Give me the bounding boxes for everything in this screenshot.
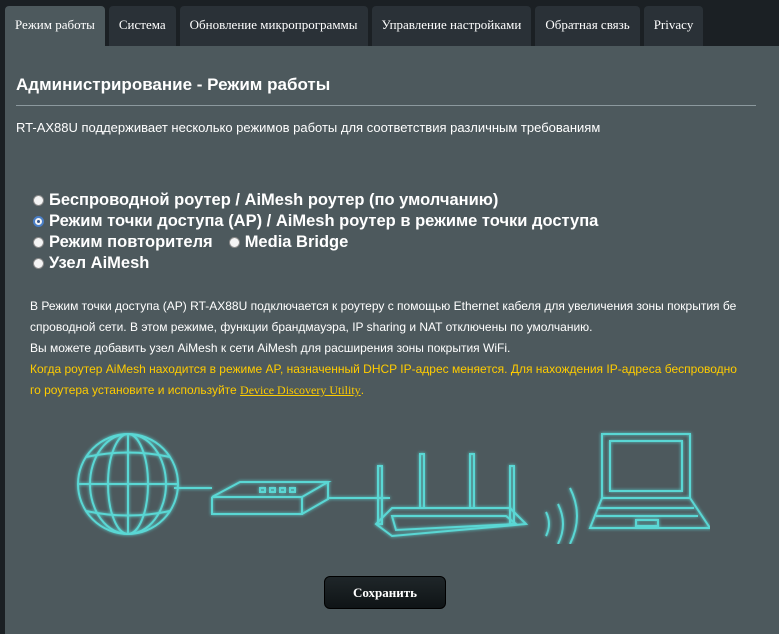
operation-mode-group: Беспроводной роутер / AiMesh роутер (по … [33, 190, 598, 274]
mode-option-aimesh-node[interactable]: Узел AiMesh [33, 254, 149, 273]
mode-info-text: В Режим точки доступа (AP) RT-AX88U подк… [30, 296, 750, 401]
ap-mode-diagram [77, 433, 710, 544]
title-divider [16, 105, 756, 106]
globe-icon [77, 433, 179, 535]
info-line: В Режим точки доступа (AP) RT-AX88U подк… [30, 299, 737, 313]
warning-line-with-link: го роутера установите и используйте Devi… [30, 380, 750, 401]
mode-label-media-bridge: Media Bridge [244, 233, 349, 251]
mode-option-repeater[interactable]: Режим повторителя [33, 233, 213, 252]
tab-firmware-upgrade[interactable]: Обновление микропрограммы [179, 6, 368, 46]
mode-option-wireless-router[interactable]: Беспроводной роутер / AiMesh роутер (по … [33, 191, 498, 210]
mode-label-aimesh-node: Узел AiMesh [49, 254, 150, 272]
mode-label-wireless-router: Беспроводной роутер / AiMesh роутер (по … [49, 191, 499, 209]
tab-operation-mode[interactable]: Режим работы [5, 6, 105, 46]
router-icon [374, 453, 529, 538]
radio-repeater[interactable] [33, 237, 44, 248]
tab-system[interactable]: Система [108, 6, 176, 46]
device-discovery-link[interactable]: Device Discovery Utility [240, 383, 361, 397]
content-panel: Администрирование - Режим работы RT-AX88… [5, 46, 779, 634]
save-button[interactable]: Сохранить [324, 576, 446, 609]
radio-access-point[interactable] [33, 216, 44, 227]
wifi-waves-icon [545, 487, 578, 544]
radio-media-bridge[interactable] [228, 237, 240, 248]
mode-row-repeater: Режим повторителя Media Bridge [33, 232, 598, 253]
tab-settings-management[interactable]: Управление настройками [371, 6, 532, 46]
modem-icon [211, 481, 332, 515]
mode-row-wireless-router: Беспроводной роутер / AiMesh роутер (по … [33, 190, 598, 211]
laptop-icon [588, 433, 710, 529]
tab-privacy[interactable]: Privacy [643, 6, 704, 46]
mode-row-aimesh-node: Узел AiMesh [33, 253, 598, 274]
page-description: RT-AX88U поддерживает несколько режимов … [16, 120, 601, 135]
warning-line: Когда роутер AiMesh находится в режиме A… [30, 362, 737, 376]
mode-label-access-point: Режим точки доступа (AP) / AiMesh роутер… [49, 212, 599, 230]
mode-option-access-point[interactable]: Режим точки доступа (AP) / AiMesh роутер… [33, 212, 598, 231]
mode-label-repeater: Режим повторителя [49, 233, 213, 251]
warning-text: го роутера установите и используйте [30, 383, 241, 397]
tab-bar: Режим работы Система Обновление микропро… [5, 6, 704, 46]
warning-period: . [360, 383, 365, 397]
info-line: спроводной сети. В этом режиме, функции … [30, 320, 593, 334]
mode-row-access-point: Режим точки доступа (AP) / AiMesh роутер… [33, 211, 598, 232]
tab-feedback[interactable]: Обратная связь [535, 6, 640, 46]
radio-wireless-router[interactable] [33, 195, 44, 206]
info-line: Вы можете добавить узел AiMesh к сети Ai… [30, 341, 511, 355]
radio-aimesh-node[interactable] [33, 258, 44, 269]
page-title: Администрирование - Режим работы [16, 75, 331, 94]
mode-option-media-bridge[interactable]: Media Bridge [228, 233, 349, 252]
